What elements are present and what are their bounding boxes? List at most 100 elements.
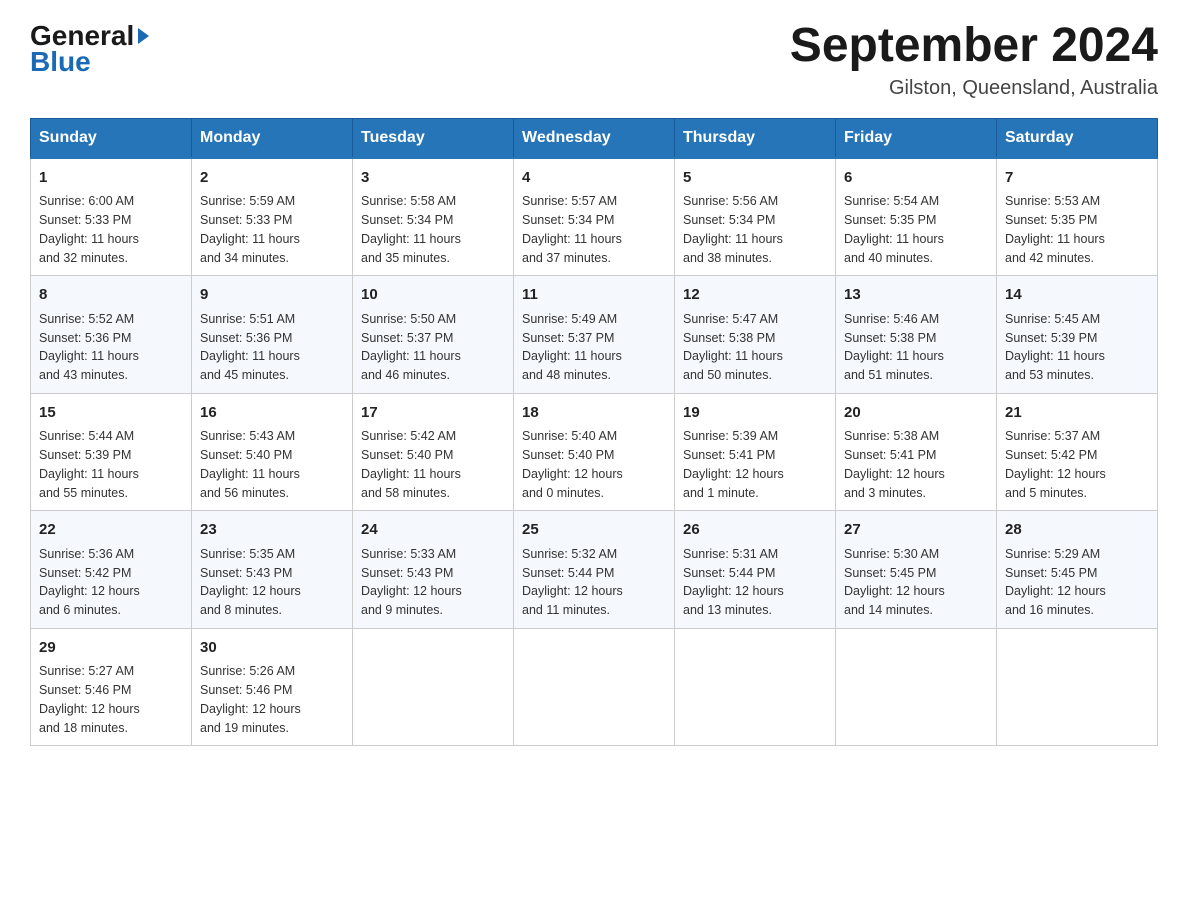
- day-number: 26: [683, 519, 827, 542]
- calendar-cell: 28 Sunrise: 5:29 AMSunset: 5:45 PMDayligh…: [997, 511, 1158, 629]
- calendar-cell: 25 Sunrise: 5:32 AMSunset: 5:44 PMDayligh…: [514, 511, 675, 629]
- calendar-cell: 11 Sunrise: 5:49 AMSunset: 5:37 PMDayligh…: [514, 276, 675, 394]
- day-info: Sunrise: 5:30 AMSunset: 5:45 PMDaylight:…: [844, 545, 988, 620]
- calendar-cell: 27 Sunrise: 5:30 AMSunset: 5:45 PMDayligh…: [836, 511, 997, 629]
- calendar-cell: 9Sunrise: 5:51 AMSunset: 5:36 PMDaylight…: [192, 276, 353, 394]
- weekday-header-saturday: Saturday: [997, 118, 1158, 158]
- weekday-header-thursday: Thursday: [675, 118, 836, 158]
- calendar-cell: [997, 628, 1158, 746]
- day-number: 14: [1005, 284, 1149, 307]
- calendar-cell: 8Sunrise: 5:52 AMSunset: 5:36 PMDaylight…: [31, 276, 192, 394]
- day-info: Sunrise: 5:53 AMSunset: 5:35 PMDaylight:…: [1005, 192, 1149, 267]
- weekday-header-tuesday: Tuesday: [353, 118, 514, 158]
- day-number: 1: [39, 167, 183, 190]
- day-number: 4: [522, 167, 666, 190]
- day-info: Sunrise: 5:32 AMSunset: 5:44 PMDaylight:…: [522, 545, 666, 620]
- day-number: 19: [683, 402, 827, 425]
- calendar-cell: 19Sunrise: 5:39 AMSunset: 5:41 PMDayligh…: [675, 393, 836, 511]
- calendar-cell: 5Sunrise: 5:56 AMSunset: 5:34 PMDaylight…: [675, 158, 836, 276]
- logo-blue-text: Blue: [30, 46, 91, 78]
- logo-triangle-icon: [138, 28, 149, 44]
- day-number: 22: [39, 519, 183, 542]
- day-info: Sunrise: 5:56 AMSunset: 5:34 PMDaylight:…: [683, 192, 827, 267]
- day-number: 27: [844, 519, 988, 542]
- day-number: 16: [200, 402, 344, 425]
- day-info: Sunrise: 5:40 AMSunset: 5:40 PMDaylight:…: [522, 427, 666, 502]
- day-info: Sunrise: 5:36 AMSunset: 5:42 PMDaylight:…: [39, 545, 183, 620]
- day-number: 21: [1005, 402, 1149, 425]
- day-number: 8: [39, 284, 183, 307]
- calendar-cell: 18Sunrise: 5:40 AMSunset: 5:40 PMDayligh…: [514, 393, 675, 511]
- day-info: Sunrise: 5:54 AMSunset: 5:35 PMDaylight:…: [844, 192, 988, 267]
- day-info: Sunrise: 5:26 AMSunset: 5:46 PMDaylight:…: [200, 662, 344, 737]
- day-number: 30: [200, 637, 344, 660]
- day-info: Sunrise: 5:31 AMSunset: 5:44 PMDaylight:…: [683, 545, 827, 620]
- day-info: Sunrise: 5:33 AMSunset: 5:43 PMDaylight:…: [361, 545, 505, 620]
- day-number: 20: [844, 402, 988, 425]
- weekday-header-row: SundayMondayTuesdayWednesdayThursdayFrid…: [31, 118, 1158, 158]
- calendar-cell: 2Sunrise: 5:59 AMSunset: 5:33 PMDaylight…: [192, 158, 353, 276]
- day-info: Sunrise: 5:57 AMSunset: 5:34 PMDaylight:…: [522, 192, 666, 267]
- calendar-week-row: 15Sunrise: 5:44 AMSunset: 5:39 PMDayligh…: [31, 393, 1158, 511]
- calendar-week-row: 22 Sunrise: 5:36 AMSunset: 5:42 PMDayligh…: [31, 511, 1158, 629]
- day-number: 10: [361, 284, 505, 307]
- logo: General Blue: [30, 20, 151, 78]
- day-info: Sunrise: 6:00 AMSunset: 5:33 PMDaylight:…: [39, 192, 183, 267]
- calendar-cell: 12 Sunrise: 5:47 AMSunset: 5:38 PMDayligh…: [675, 276, 836, 394]
- calendar-cell: 3Sunrise: 5:58 AMSunset: 5:34 PMDaylight…: [353, 158, 514, 276]
- day-info: Sunrise: 5:29 AMSunset: 5:45 PMDaylight:…: [1005, 545, 1149, 620]
- day-number: 23: [200, 519, 344, 542]
- day-number: 18: [522, 402, 666, 425]
- day-info: Sunrise: 5:27 AMSunset: 5:46 PMDaylight:…: [39, 662, 183, 737]
- calendar-title: September 2024: [790, 20, 1158, 73]
- calendar-cell: 29Sunrise: 5:27 AMSunset: 5:46 PMDayligh…: [31, 628, 192, 746]
- calendar-week-row: 29Sunrise: 5:27 AMSunset: 5:46 PMDayligh…: [31, 628, 1158, 746]
- day-number: 2: [200, 167, 344, 190]
- calendar-week-row: 1Sunrise: 6:00 AMSunset: 5:33 PMDaylight…: [31, 158, 1158, 276]
- day-number: 3: [361, 167, 505, 190]
- day-number: 15: [39, 402, 183, 425]
- calendar-cell: 13 Sunrise: 5:46 AMSunset: 5:38 PMDayligh…: [836, 276, 997, 394]
- calendar-header: SundayMondayTuesdayWednesdayThursdayFrid…: [31, 118, 1158, 158]
- day-number: 11: [522, 284, 666, 307]
- calendar-table: SundayMondayTuesdayWednesdayThursdayFrid…: [30, 118, 1158, 747]
- calendar-cell: 21Sunrise: 5:37 AMSunset: 5:42 PMDayligh…: [997, 393, 1158, 511]
- calendar-cell: 7Sunrise: 5:53 AMSunset: 5:35 PMDaylight…: [997, 158, 1158, 276]
- calendar-cell: [836, 628, 997, 746]
- day-info: Sunrise: 5:58 AMSunset: 5:34 PMDaylight:…: [361, 192, 505, 267]
- day-info: Sunrise: 5:43 AMSunset: 5:40 PMDaylight:…: [200, 427, 344, 502]
- weekday-header-wednesday: Wednesday: [514, 118, 675, 158]
- calendar-subtitle: Gilston, Queensland, Australia: [790, 77, 1158, 100]
- calendar-cell: 22 Sunrise: 5:36 AMSunset: 5:42 PMDayligh…: [31, 511, 192, 629]
- calendar-cell: 1Sunrise: 6:00 AMSunset: 5:33 PMDaylight…: [31, 158, 192, 276]
- calendar-cell: 14 Sunrise: 5:45 AMSunset: 5:39 PMDayligh…: [997, 276, 1158, 394]
- calendar-cell: 15Sunrise: 5:44 AMSunset: 5:39 PMDayligh…: [31, 393, 192, 511]
- day-info: Sunrise: 5:47 AMSunset: 5:38 PMDaylight:…: [683, 310, 827, 385]
- calendar-body: 1Sunrise: 6:00 AMSunset: 5:33 PMDaylight…: [31, 158, 1158, 746]
- day-number: 28: [1005, 519, 1149, 542]
- day-number: 13: [844, 284, 988, 307]
- day-info: Sunrise: 5:45 AMSunset: 5:39 PMDaylight:…: [1005, 310, 1149, 385]
- day-info: Sunrise: 5:51 AMSunset: 5:36 PMDaylight:…: [200, 310, 344, 385]
- calendar-cell: 16Sunrise: 5:43 AMSunset: 5:40 PMDayligh…: [192, 393, 353, 511]
- calendar-cell: 4Sunrise: 5:57 AMSunset: 5:34 PMDaylight…: [514, 158, 675, 276]
- weekday-header-friday: Friday: [836, 118, 997, 158]
- calendar-cell: 26 Sunrise: 5:31 AMSunset: 5:44 PMDayligh…: [675, 511, 836, 629]
- day-number: 12: [683, 284, 827, 307]
- day-info: Sunrise: 5:42 AMSunset: 5:40 PMDaylight:…: [361, 427, 505, 502]
- day-info: Sunrise: 5:49 AMSunset: 5:37 PMDaylight:…: [522, 310, 666, 385]
- calendar-cell: 20Sunrise: 5:38 AMSunset: 5:41 PMDayligh…: [836, 393, 997, 511]
- weekday-header-sunday: Sunday: [31, 118, 192, 158]
- day-info: Sunrise: 5:44 AMSunset: 5:39 PMDaylight:…: [39, 427, 183, 502]
- day-info: Sunrise: 5:46 AMSunset: 5:38 PMDaylight:…: [844, 310, 988, 385]
- day-number: 24: [361, 519, 505, 542]
- calendar-cell: 10Sunrise: 5:50 AMSunset: 5:37 PMDayligh…: [353, 276, 514, 394]
- day-number: 25: [522, 519, 666, 542]
- calendar-cell: 24 Sunrise: 5:33 AMSunset: 5:43 PMDayligh…: [353, 511, 514, 629]
- calendar-week-row: 8Sunrise: 5:52 AMSunset: 5:36 PMDaylight…: [31, 276, 1158, 394]
- page-header: General Blue September 2024 Gilston, Que…: [30, 20, 1158, 100]
- calendar-cell: [514, 628, 675, 746]
- day-number: 5: [683, 167, 827, 190]
- day-info: Sunrise: 5:37 AMSunset: 5:42 PMDaylight:…: [1005, 427, 1149, 502]
- day-number: 17: [361, 402, 505, 425]
